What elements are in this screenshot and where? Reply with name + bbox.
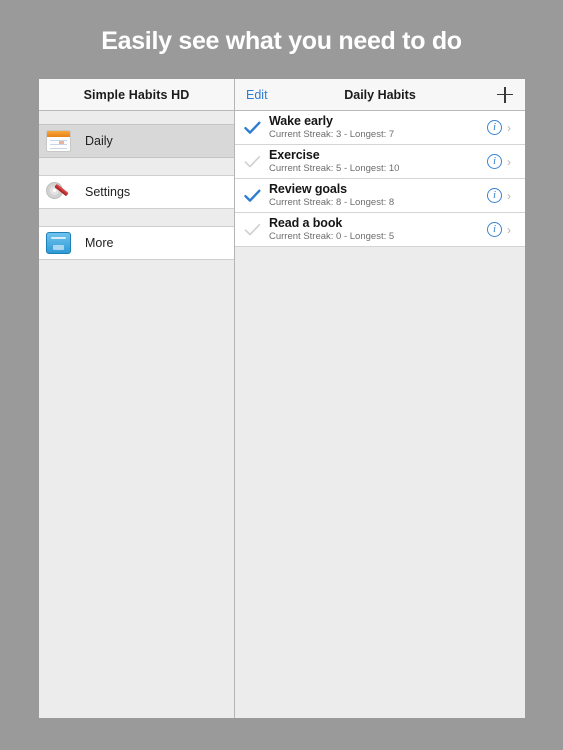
info-icon[interactable]: i bbox=[487, 120, 502, 135]
page-title: Daily Habits bbox=[344, 87, 416, 102]
checkmark-icon-done[interactable] bbox=[235, 121, 269, 135]
checkmark-icon-pending[interactable] bbox=[235, 155, 269, 169]
row-accessories: i › bbox=[487, 154, 525, 169]
sidebar: Simple Habits HD Daily Settings More bbox=[39, 79, 235, 718]
row-accessories: i › bbox=[487, 188, 525, 203]
chevron-right-icon: › bbox=[507, 120, 511, 135]
habit-streak: Current Streak: 0 - Longest: 5 bbox=[269, 231, 395, 242]
table-row[interactable]: Read a book Current Streak: 0 - Longest:… bbox=[235, 213, 525, 247]
row-accessories: i › bbox=[487, 222, 525, 237]
promo-headline: Easily see what you need to do bbox=[101, 27, 462, 55]
table-row[interactable]: Exercise Current Streak: 5 - Longest: 10… bbox=[235, 145, 525, 179]
habit-name: Read a book bbox=[269, 216, 343, 230]
chevron-right-icon: › bbox=[507, 222, 511, 237]
sidebar-item-settings[interactable]: Settings bbox=[39, 175, 234, 209]
habit-text: Read a book Current Streak: 0 - Longest:… bbox=[269, 216, 487, 243]
sidebar-item-daily[interactable]: Daily bbox=[39, 124, 234, 158]
habit-text: Review goals Current Streak: 8 - Longest… bbox=[269, 182, 487, 209]
checkmark-icon-pending[interactable] bbox=[235, 223, 269, 237]
info-icon[interactable]: i bbox=[487, 222, 502, 237]
sidebar-list: Daily Settings More bbox=[39, 111, 234, 718]
habit-streak: Current Streak: 8 - Longest: 8 bbox=[269, 197, 395, 208]
info-icon[interactable]: i bbox=[487, 188, 502, 203]
sidebar-item-label: Settings bbox=[85, 185, 131, 199]
calendar-icon bbox=[46, 130, 71, 152]
habit-text: Exercise Current Streak: 5 - Longest: 10 bbox=[269, 148, 487, 175]
detail-navbar: Edit Daily Habits bbox=[235, 79, 525, 111]
chevron-right-icon: › bbox=[507, 154, 511, 169]
table-row[interactable]: Review goals Current Streak: 8 - Longest… bbox=[235, 179, 525, 213]
app-title: Simple Habits HD bbox=[83, 87, 190, 102]
habit-name: Exercise bbox=[269, 148, 320, 162]
sidebar-navbar: Simple Habits HD bbox=[39, 79, 234, 111]
detail-pane: Edit Daily Habits Wake early Current Str… bbox=[235, 79, 525, 718]
chevron-right-icon: › bbox=[507, 188, 511, 203]
row-accessories: i › bbox=[487, 120, 525, 135]
gear-screwdriver-icon bbox=[46, 181, 71, 203]
sidebar-item-more[interactable]: More bbox=[39, 226, 234, 260]
habit-list: Wake early Current Streak: 3 - Longest: … bbox=[235, 111, 525, 718]
blue-box-icon bbox=[46, 232, 71, 254]
info-icon[interactable]: i bbox=[487, 154, 502, 169]
app-window: Simple Habits HD Daily Settings More Edi… bbox=[39, 79, 525, 718]
add-habit-button[interactable] bbox=[497, 86, 513, 103]
habit-streak: Current Streak: 5 - Longest: 10 bbox=[269, 163, 400, 174]
habit-name: Review goals bbox=[269, 182, 347, 196]
sidebar-item-label: More bbox=[85, 236, 114, 250]
sidebar-item-label: Daily bbox=[85, 134, 113, 148]
checkmark-icon-done[interactable] bbox=[235, 189, 269, 203]
habit-name: Wake early bbox=[269, 114, 333, 128]
table-row[interactable]: Wake early Current Streak: 3 - Longest: … bbox=[235, 111, 525, 145]
habit-text: Wake early Current Streak: 3 - Longest: … bbox=[269, 114, 487, 141]
edit-button[interactable]: Edit bbox=[246, 88, 268, 102]
habit-streak: Current Streak: 3 - Longest: 7 bbox=[269, 129, 395, 140]
